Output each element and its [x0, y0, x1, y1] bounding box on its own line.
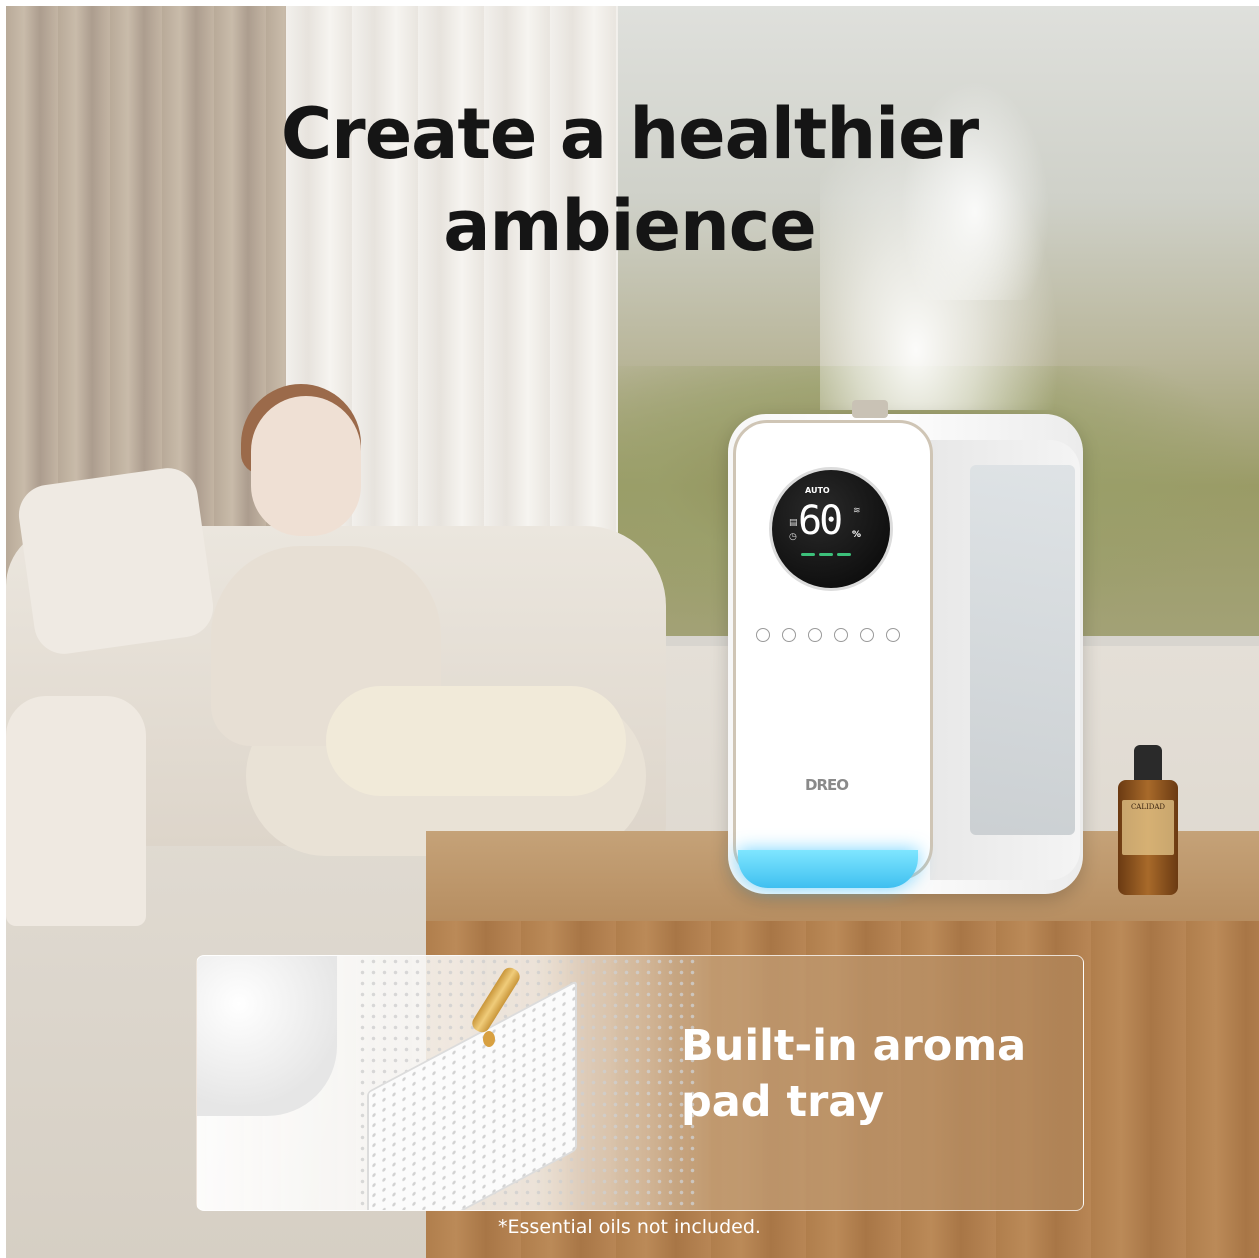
humidity-icon[interactable] — [808, 628, 822, 642]
headline-line-2: ambience — [443, 185, 817, 267]
tank-icon: ▤ — [789, 518, 798, 528]
inset-title-line-1: Built-in aroma — [681, 1021, 1027, 1071]
mist-nozzle — [852, 400, 888, 418]
product-image: AUTO ▤ ◷ ≋ 60 % DREO CALIDAD Create a he… — [0, 0, 1259, 1258]
light-icon[interactable] — [886, 628, 900, 642]
ambient-light-glow — [738, 850, 918, 888]
level-bar — [819, 553, 833, 556]
water-tank — [970, 465, 1075, 835]
wifi-icon: ≋ — [853, 506, 861, 516]
auto-icon[interactable] — [834, 628, 848, 642]
timer-icon[interactable] — [782, 628, 796, 642]
footnote: *Essential oils not included. — [498, 1216, 761, 1238]
woman-face — [251, 396, 361, 536]
level-bar — [837, 553, 851, 556]
oil-drop — [483, 1031, 495, 1047]
lap-pillow — [326, 686, 626, 796]
brand-logo: DREO — [805, 776, 849, 794]
headline-line-1: Create a healthier — [280, 93, 979, 175]
humidity-unit: % — [852, 530, 862, 540]
aroma-tray-inset: Built-in aroma pad tray — [196, 955, 1084, 1211]
inset-title-line-2: pad tray — [681, 1077, 885, 1127]
dropper-cap — [1134, 745, 1162, 785]
level-bar — [801, 553, 815, 556]
tray-housing — [197, 956, 337, 1116]
sleep-icon[interactable] — [860, 628, 874, 642]
humidity-value: 60 — [798, 498, 843, 544]
sofa-cushion — [15, 464, 217, 658]
headline: Create a healthier ambience — [0, 88, 1259, 272]
sofa-arm — [6, 696, 146, 926]
power-icon[interactable] — [756, 628, 770, 642]
inset-title: Built-in aroma pad tray — [681, 1018, 1061, 1130]
display-mode-label: AUTO — [805, 486, 830, 495]
clock-icon: ◷ — [789, 532, 797, 542]
bottle-brand: CALIDAD — [1130, 803, 1166, 811]
